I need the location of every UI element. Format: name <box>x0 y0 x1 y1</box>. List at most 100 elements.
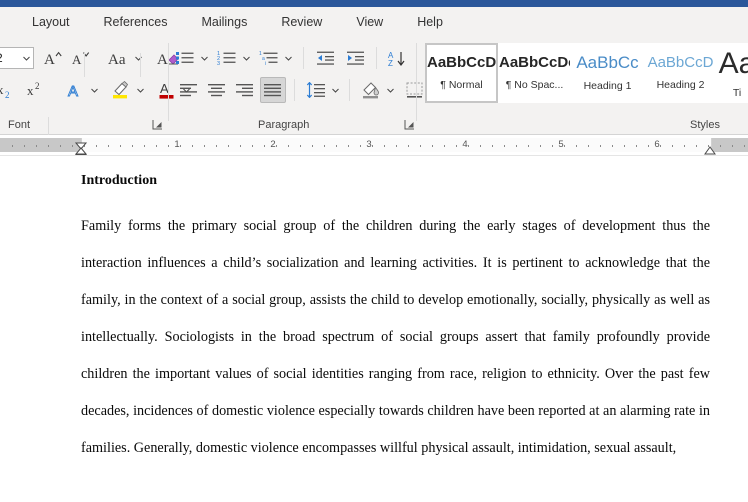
ruler-tick <box>336 144 337 147</box>
style-preview-normal: AaBbCcDc <box>427 55 496 72</box>
document-page[interactable]: Introduction Family forms the primary so… <box>0 156 748 502</box>
ruler-tick <box>684 144 685 147</box>
ruler-number: 4 <box>462 139 468 150</box>
multilevel-list-button[interactable]: 1 a i <box>256 45 282 71</box>
style-item-normal[interactable]: AaBbCcDc ¶ Normal <box>425 43 498 103</box>
ruler-tick <box>216 144 217 147</box>
ruler-tick <box>144 144 145 147</box>
ribbon-group-font: 2 A A Aa <box>0 37 190 141</box>
ruler-tick <box>48 144 49 147</box>
ruler-tick <box>312 144 313 147</box>
font-dialog-launcher[interactable] <box>152 119 163 130</box>
text-effects-button[interactable]: A <box>62 77 88 103</box>
svg-text:3: 3 <box>217 61 220 66</box>
numbering-button[interactable]: 1 2 3 <box>214 45 240 71</box>
divider <box>140 53 141 77</box>
ruler-tick <box>672 144 673 147</box>
tab-view[interactable]: View <box>342 11 397 33</box>
font-size-input[interactable]: 2 <box>0 47 34 69</box>
multilevel-list-chevron-down-icon[interactable] <box>282 45 294 71</box>
ruler-tick <box>372 144 373 147</box>
ruler-tick <box>228 144 229 147</box>
ruler-tick <box>384 144 385 147</box>
numbering-chevron-down-icon[interactable] <box>240 45 252 71</box>
ruler-tick <box>252 144 253 147</box>
decrease-indent-button[interactable] <box>313 45 339 71</box>
svg-text:A: A <box>157 52 168 67</box>
style-item-no-spacing[interactable]: AaBbCcDc ¶ No Spac... <box>498 43 571 103</box>
paragraph-dialog-launcher[interactable] <box>404 119 415 130</box>
ruler-tick <box>240 144 241 147</box>
ruler-tick <box>540 144 541 147</box>
style-item-heading-2[interactable]: AaBbCcD Heading 2 <box>644 43 717 103</box>
divider <box>84 53 85 77</box>
text-highlight-color-button[interactable] <box>108 77 134 103</box>
svg-text:A: A <box>44 52 55 67</box>
horizontal-ruler[interactable]: 1 2 3 4 5 6 <box>0 135 748 156</box>
ruler-tick <box>516 144 517 147</box>
ribbon-group-styles: AaBbCcDc ¶ Normal AaBbCcDc ¶ No Spac... … <box>420 37 748 135</box>
shading-button[interactable] <box>358 77 384 103</box>
style-name-heading-1: Heading 1 <box>583 79 632 92</box>
text-effects-chevron-down-icon[interactable] <box>88 77 100 103</box>
line-spacing-button[interactable] <box>303 77 329 103</box>
ruler-number: 5 <box>558 139 564 150</box>
document-paragraph: Family forms the primary social group of… <box>81 218 710 456</box>
style-preview-title: Aa <box>718 47 748 80</box>
ruler-tick <box>24 144 25 147</box>
align-center-button[interactable] <box>204 77 230 103</box>
increase-indent-button[interactable] <box>343 45 369 71</box>
font-group-row-2: x 2 x 2 A A <box>0 77 192 141</box>
document-canvas[interactable]: Introduction Family forms the primary so… <box>0 156 748 502</box>
ruler-tick <box>396 144 397 147</box>
change-case-chevron-down-icon[interactable] <box>132 45 144 71</box>
ruler-number: 3 <box>366 139 372 150</box>
ruler-tick <box>480 144 481 147</box>
ruler-tick <box>360 144 361 147</box>
superscript-button[interactable]: x 2 <box>22 77 48 103</box>
justify-button[interactable] <box>260 77 286 103</box>
chevron-down-icon[interactable] <box>19 56 33 61</box>
bullets-chevron-down-icon[interactable] <box>198 45 210 71</box>
style-item-title[interactable]: Aa Ti <box>717 43 748 103</box>
line-spacing-chevron-down-icon[interactable] <box>329 77 341 103</box>
bullets-button[interactable] <box>172 45 198 71</box>
styles-gallery: AaBbCcDc ¶ Normal AaBbCcDc ¶ No Spac... … <box>425 43 748 105</box>
ruler-tick <box>696 144 697 147</box>
ruler-tick <box>528 144 529 147</box>
left-indent-marker[interactable] <box>75 148 87 155</box>
svg-text:i: i <box>265 61 266 66</box>
ruler-tick <box>552 144 553 147</box>
ruler-tick <box>636 144 637 147</box>
ruler-tick <box>324 144 325 147</box>
highlight-chevron-down-icon[interactable] <box>134 77 146 103</box>
style-item-heading-1[interactable]: AaBbCс Heading 1 <box>571 43 644 103</box>
paragraph-group-label: Paragraph <box>258 119 310 131</box>
ribbon-group-paragraph: 1 2 3 1 a i A Z Paragraph <box>172 37 439 135</box>
subscript-button[interactable]: x 2 <box>0 77 18 103</box>
ribbon: 2 A A Aa <box>0 37 748 141</box>
sort-button[interactable]: A Z <box>384 45 410 71</box>
svg-text:2: 2 <box>35 81 40 91</box>
tab-references[interactable]: References <box>90 11 182 33</box>
tab-layout[interactable]: Layout <box>18 11 84 33</box>
shrink-font-button[interactable]: A <box>68 45 94 71</box>
grow-font-button[interactable]: A <box>40 45 66 71</box>
tab-mailings[interactable]: Mailings <box>187 11 261 33</box>
right-indent-marker[interactable] <box>704 142 716 155</box>
tab-help[interactable]: Help <box>403 11 457 33</box>
shading-chevron-down-icon[interactable] <box>384 77 396 103</box>
align-left-button[interactable] <box>176 77 202 103</box>
tab-review[interactable]: Review <box>267 11 336 33</box>
ruler-number: 6 <box>654 139 660 150</box>
font-size-value: 2 <box>0 51 19 65</box>
ruler-tick <box>408 144 409 147</box>
ruler-tick <box>444 144 445 147</box>
style-name-normal: ¶ Normal <box>440 78 483 91</box>
svg-text:A: A <box>72 52 82 67</box>
change-case-button[interactable]: Aa <box>106 45 132 71</box>
document-body[interactable]: Introduction Family forms the primary so… <box>81 174 710 467</box>
align-right-button[interactable] <box>232 77 258 103</box>
ruler-tick <box>300 144 301 147</box>
style-preview-no-spacing: AaBbCcDc <box>499 55 570 72</box>
